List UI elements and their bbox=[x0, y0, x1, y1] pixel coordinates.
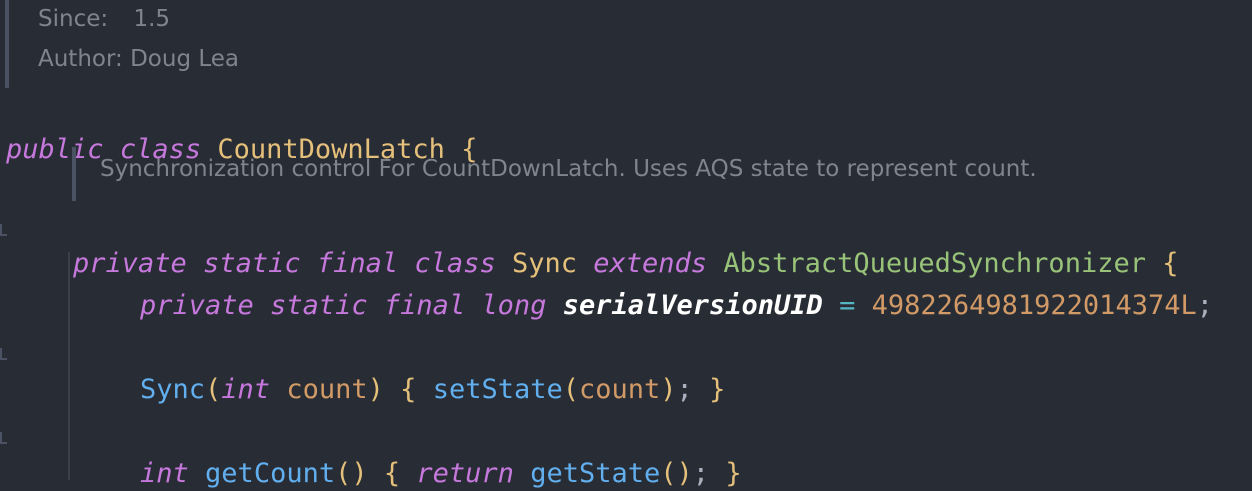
constructor-name[interactable]: Sync bbox=[140, 374, 205, 405]
semicolon: ; bbox=[676, 374, 693, 405]
semicolon: ; bbox=[1196, 290, 1213, 321]
keyword-return: return bbox=[416, 458, 514, 489]
constructor-line[interactable]: Sync(int count) { setState(count); } bbox=[140, 339, 725, 407]
assign-operator: = bbox=[839, 290, 856, 321]
param-name[interactable]: count bbox=[286, 374, 367, 405]
parens: () bbox=[335, 458, 368, 489]
field-name[interactable]: serialVersionUID bbox=[563, 290, 823, 321]
keyword-long: long bbox=[481, 290, 547, 321]
doc-author: Author: Doug Lea bbox=[38, 46, 239, 72]
close-brace: } bbox=[709, 374, 726, 405]
close-brace: } bbox=[725, 458, 742, 489]
fold-marker[interactable] bbox=[0, 348, 7, 360]
keyword-public: public bbox=[6, 134, 104, 165]
number-literal: 4982264981922014374L bbox=[871, 290, 1197, 321]
doc-comment-bar bbox=[5, 0, 9, 88]
call-rparen: ) bbox=[660, 374, 677, 405]
call-lparen: ( bbox=[562, 374, 579, 405]
keyword-static: static bbox=[270, 290, 368, 321]
fold-marker[interactable] bbox=[0, 224, 7, 236]
keyword-int: int bbox=[140, 458, 189, 489]
open-brace: { bbox=[383, 458, 401, 489]
author-value: Doug Lea bbox=[130, 46, 240, 72]
doc-since: Since: 1.5 bbox=[38, 6, 170, 32]
method-call[interactable]: setState bbox=[433, 374, 563, 405]
lparen: ( bbox=[205, 374, 222, 405]
semicolon: ; bbox=[692, 458, 710, 489]
rparen: ) bbox=[367, 374, 384, 405]
open-brace: { bbox=[400, 374, 417, 405]
method-call[interactable]: getState bbox=[530, 458, 660, 489]
call-arg[interactable]: count bbox=[579, 374, 660, 405]
keyword-final: final bbox=[383, 290, 466, 321]
field-declaration-line[interactable]: private static final long serialVersionU… bbox=[140, 255, 1213, 323]
since-label: Since: bbox=[38, 6, 109, 32]
keyword-int: int bbox=[221, 374, 271, 405]
keyword-private: private bbox=[140, 290, 254, 321]
method-name[interactable]: getCount bbox=[205, 458, 335, 489]
sync-doc-comment: Synchronization control For CountDownLat… bbox=[100, 156, 1037, 182]
indent-guide bbox=[68, 252, 70, 480]
call-parens: () bbox=[660, 458, 693, 489]
fold-marker[interactable] bbox=[0, 432, 7, 444]
author-label: Author: bbox=[38, 46, 123, 72]
since-value: 1.5 bbox=[133, 6, 171, 32]
method-line[interactable]: int getCount() { return getState(); } bbox=[140, 423, 742, 491]
sync-doc-bar bbox=[72, 147, 76, 201]
